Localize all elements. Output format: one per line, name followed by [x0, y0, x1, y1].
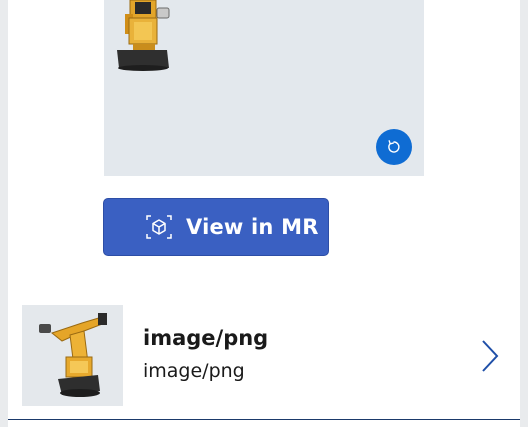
app-frame: View in MR image/png image/png: [0, 0, 528, 427]
robot-arm-model: [117, 0, 170, 71]
rotate-reset-icon: [388, 140, 400, 153]
view-in-mr-button[interactable]: View in MR: [103, 198, 329, 256]
robot-arm-thumbnail: [22, 305, 123, 406]
item-subtitle: image/png: [143, 360, 245, 382]
left-edge: [0, 0, 8, 427]
right-edge: [520, 0, 528, 427]
item-title: image/png: [143, 326, 269, 350]
gallery-list-item[interactable]: image/png image/png: [8, 290, 520, 420]
3d-model-viewer[interactable]: [104, 0, 424, 176]
chevron-right-icon[interactable]: [478, 338, 502, 374]
mixed-reality-cube-icon: [145, 213, 173, 241]
reset-view-button[interactable]: [376, 129, 412, 165]
view-in-mr-label: View in MR: [186, 215, 319, 239]
